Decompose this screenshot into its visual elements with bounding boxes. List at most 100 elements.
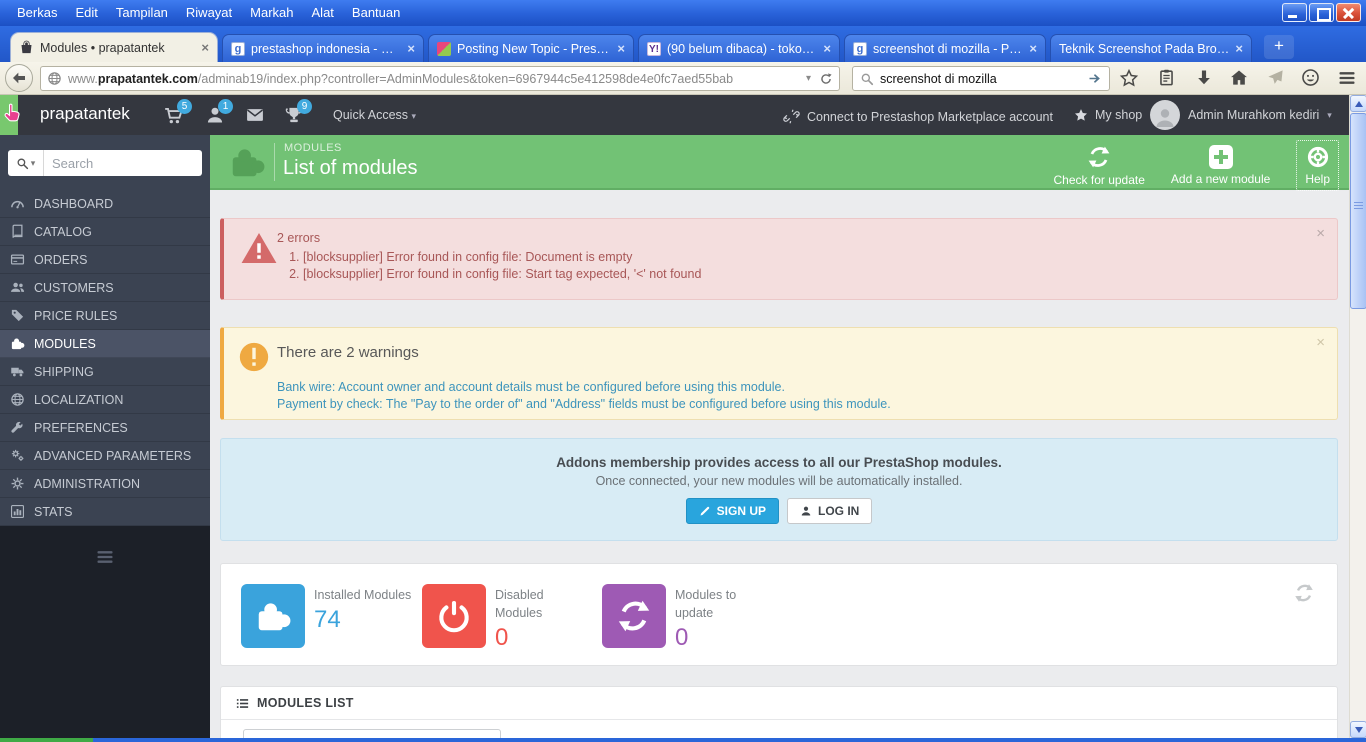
- help-button[interactable]: Help: [1296, 140, 1339, 191]
- minimize-button[interactable]: [1282, 3, 1307, 22]
- content-area: 2 errors [blocksupplier] Error found in …: [210, 190, 1349, 738]
- modules-list-header: MODULES LIST: [221, 687, 1337, 720]
- restore-button[interactable]: [1309, 3, 1334, 22]
- share-plane-icon[interactable]: [1266, 68, 1285, 87]
- tab-close-icon[interactable]: ×: [201, 40, 209, 55]
- sign-up-button[interactable]: SIGN UP: [685, 498, 779, 524]
- browser-menubar: Berkas Edit Tampilan Riwayat Markah Alat…: [8, 0, 409, 26]
- url-text: www.prapatantek.com/adminab19/index.php?…: [68, 71, 734, 86]
- my-shop-link[interactable]: My shop: [1073, 107, 1142, 123]
- main-area: MODULES List of modules Check for update…: [210, 135, 1349, 738]
- scroll-down-button[interactable]: [1350, 721, 1366, 738]
- scroll-up-button[interactable]: [1350, 95, 1366, 112]
- sidebar-search-input[interactable]: [44, 155, 202, 171]
- tab-close-icon[interactable]: ×: [1235, 41, 1243, 56]
- add-new-module-button[interactable]: Add a new module: [1171, 145, 1270, 186]
- sidebar-search-box[interactable]: ▾: [8, 150, 202, 176]
- tab-close-icon[interactable]: ×: [1029, 41, 1037, 56]
- menu-alat[interactable]: Alat: [303, 0, 343, 26]
- error-list: [blocksupplier] Error found in config fi…: [277, 249, 701, 283]
- tab-screenshot-di-mozilla[interactable]: g screenshot di mozilla - Penelu... ×: [844, 34, 1046, 62]
- tab-yahoo-mail[interactable]: Y! (90 belum dibaca) - tokokomp... ×: [638, 34, 840, 62]
- tab-close-icon[interactable]: ×: [617, 41, 625, 56]
- search-bar[interactable]: [852, 66, 1110, 91]
- sidebar-item-administration[interactable]: ADMINISTRATION: [0, 470, 210, 498]
- sidebar-item-localization[interactable]: LOCALIZATION: [0, 386, 210, 414]
- sidebar-item-modules[interactable]: MODULES: [0, 330, 210, 358]
- log-in-button[interactable]: LOG IN: [787, 498, 873, 524]
- tab-teknik-screenshot[interactable]: Teknik Screenshot Pada Browser (... ×: [1050, 34, 1252, 62]
- modules-filter-input[interactable]: [243, 729, 501, 738]
- bookmark-star-icon[interactable]: [1119, 68, 1139, 88]
- modules-puzzle-icon: [228, 143, 266, 181]
- check-for-update-button[interactable]: Check for update: [1054, 144, 1145, 187]
- sidebar-item-shipping[interactable]: SHIPPING: [0, 358, 210, 386]
- back-button[interactable]: [5, 64, 33, 92]
- quick-access-menu[interactable]: Quick Access ▾: [333, 108, 416, 122]
- bank-wire-warning-link[interactable]: Bank wire: Account owner and account det…: [277, 380, 785, 394]
- sidebar-item-price-rules[interactable]: PRICE RULES: [0, 302, 210, 330]
- bookmarks-menu-icon[interactable]: [1157, 68, 1176, 87]
- downloads-icon[interactable]: [1194, 68, 1214, 88]
- search-go-icon[interactable]: [1087, 71, 1102, 86]
- new-tab-button[interactable]: +: [1264, 35, 1294, 59]
- sidebar-item-advanced-parameters[interactable]: ADVANCED PARAMETERS: [0, 442, 210, 470]
- marketplace-link[interactable]: Connect to Prestashop Marketplace accoun…: [783, 108, 1053, 125]
- modules-list-panel: MODULES LIST: [220, 686, 1338, 738]
- sidebar-item-orders[interactable]: ORDERS: [0, 246, 210, 274]
- puzzle-icon: [241, 584, 305, 648]
- chat-smiley-icon[interactable]: [1301, 68, 1320, 87]
- tab-close-icon[interactable]: ×: [823, 41, 831, 56]
- addons-panel: Addons membership provides access to all…: [220, 438, 1338, 541]
- user-menu[interactable]: Admin Murahkom kediri ▾: [1150, 100, 1332, 130]
- prestashop-favicon: [437, 41, 451, 56]
- customers-badge: 1: [218, 99, 233, 114]
- dashboard-gauge-icon: [10, 196, 25, 211]
- menu-edit[interactable]: Edit: [66, 0, 106, 26]
- warning-alert: There are 2 warnings Bank wire: Account …: [220, 327, 1338, 420]
- tab-prestashop-indonesia[interactable]: g prestashop indonesia - Penel... ×: [222, 34, 424, 62]
- sidebar-item-stats[interactable]: STATS: [0, 498, 210, 526]
- close-icon[interactable]: ×: [1316, 225, 1325, 242]
- sidebar-collapse-button[interactable]: [0, 547, 210, 567]
- prestashop-logo[interactable]: [0, 95, 18, 135]
- tab-posting-new-topic[interactable]: Posting New Topic - PrestaShop ×: [428, 34, 634, 62]
- vertical-scrollbar[interactable]: [1349, 95, 1366, 738]
- scrollbar-thumb[interactable]: [1350, 113, 1366, 309]
- messages-envelope-icon[interactable]: [245, 105, 265, 125]
- hamburger-menu-icon[interactable]: [1337, 68, 1357, 88]
- tab-title: Posting New Topic - PrestaShop: [457, 41, 611, 56]
- close-icon[interactable]: ×: [1316, 334, 1325, 351]
- search-input[interactable]: [880, 71, 1081, 86]
- tab-title: Modules • prapatantek: [40, 40, 165, 55]
- page-header: MODULES List of modules Check for update…: [210, 135, 1349, 191]
- shop-name[interactable]: prapatantek: [40, 104, 130, 124]
- search-icon: [16, 157, 29, 170]
- exclamation-circle-icon: [237, 340, 271, 374]
- sidebar-item-catalog[interactable]: CATALOG: [0, 218, 210, 246]
- sidebar-item-customers[interactable]: CUSTOMERS: [0, 274, 210, 302]
- urlbar-dropdown-icon[interactable]: ▾: [806, 73, 811, 84]
- home-icon[interactable]: [1229, 68, 1249, 88]
- menu-bantuan[interactable]: Bantuan: [343, 0, 409, 26]
- payment-by-check-warning-link[interactable]: Payment by check: The "Pay to the order …: [277, 397, 891, 411]
- tab-strip: Modules • prapatantek × g prestashop ind…: [0, 26, 1366, 62]
- reload-icon[interactable]: [819, 72, 833, 86]
- menu-markah[interactable]: Markah: [241, 0, 302, 26]
- menu-berkas[interactable]: Berkas: [8, 0, 66, 26]
- user-icon: [800, 505, 812, 517]
- refresh-icon[interactable]: [1293, 582, 1315, 604]
- tab-title: prestashop indonesia - Penel...: [251, 41, 401, 56]
- sidebar-search-scope[interactable]: ▾: [8, 150, 44, 176]
- stat-value: 74: [314, 606, 341, 633]
- sidebar-item-dashboard[interactable]: DASHBOARD: [0, 190, 210, 218]
- installed-modules-stat: Installed Modules 74: [241, 584, 434, 648]
- sidebar: ▾ DASHBOARD CATALOG ORDERS CUSTOMERS PRI…: [0, 135, 210, 738]
- sidebar-item-preferences[interactable]: PREFERENCES: [0, 414, 210, 442]
- close-button[interactable]: [1336, 3, 1361, 22]
- tab-close-icon[interactable]: ×: [407, 41, 415, 56]
- menu-riwayat[interactable]: Riwayat: [177, 0, 241, 26]
- menu-tampilan[interactable]: Tampilan: [107, 0, 177, 26]
- url-bar[interactable]: www.prapatantek.com/adminab19/index.php?…: [40, 66, 840, 91]
- tab-modules-prapatantek[interactable]: Modules • prapatantek ×: [10, 32, 218, 62]
